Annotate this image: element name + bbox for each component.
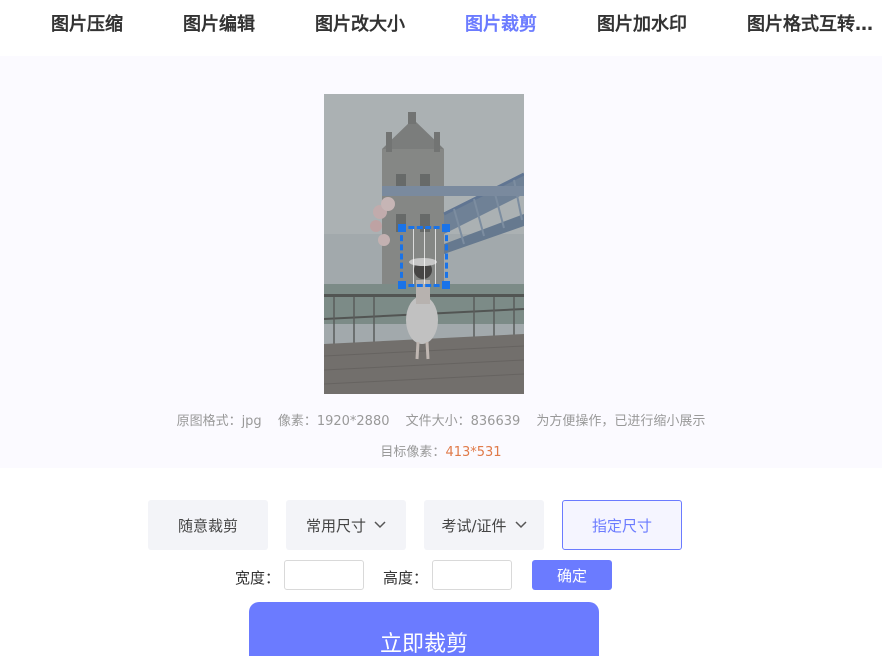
common-size-label: 常用尺寸 xyxy=(305,516,366,535)
width-input[interactable] xyxy=(284,560,364,590)
free-crop-label: 随意裁剪 xyxy=(177,516,238,535)
preview-area: 原图格式：jpg 像素：1920*2880 文件大小：836639 为方便操作，… xyxy=(0,56,882,468)
preview-image xyxy=(324,94,524,394)
nav-item-compress[interactable]: 图片压缩 xyxy=(51,10,123,36)
nav-item-crop[interactable]: 图片裁剪 xyxy=(465,10,537,36)
crop-handle-top-right[interactable] xyxy=(442,224,450,232)
crop-selection-box[interactable] xyxy=(398,224,450,289)
nav-item-format-convert[interactable]: 图片格式互转… xyxy=(747,10,873,36)
exam-id-dropdown[interactable]: 考试/证件 xyxy=(424,500,544,550)
crop-handle-bottom-left[interactable] xyxy=(398,281,406,289)
info-file-size: 文件大小：836639 xyxy=(405,414,521,429)
info-pixels: 像素：1920*2880 xyxy=(277,414,390,429)
custom-size-label: 指定尺寸 xyxy=(591,516,652,535)
height-input[interactable] xyxy=(432,560,512,590)
target-pixels: 目标像素：413*531 xyxy=(0,441,882,460)
custom-size-button[interactable]: 指定尺寸 xyxy=(562,500,682,550)
confirm-size-button[interactable]: 确定 xyxy=(532,560,612,590)
crop-now-label: 立即裁剪 xyxy=(379,632,468,656)
crop-handle-top-left[interactable] xyxy=(398,224,406,232)
info-format: 原图格式：jpg xyxy=(176,414,262,429)
top-nav: 图片压缩 图片编辑 图片改大小 图片裁剪 图片加水印 图片格式互转… xyxy=(0,0,882,46)
width-label: 宽度： xyxy=(235,569,281,587)
target-value: 413*531 xyxy=(445,445,502,460)
nav-item-watermark[interactable]: 图片加水印 xyxy=(597,10,687,36)
crop-now-button[interactable]: 立即裁剪 xyxy=(249,602,599,656)
crop-handle-bottom-right[interactable] xyxy=(442,281,450,289)
info-note: 为方便操作，已进行缩小展示 xyxy=(536,414,706,429)
crop-grid xyxy=(403,229,445,284)
free-crop-button[interactable]: 随意裁剪 xyxy=(148,500,268,550)
chevron-down-icon xyxy=(515,518,527,532)
target-label: 目标像素： xyxy=(380,445,446,460)
common-size-dropdown[interactable]: 常用尺寸 xyxy=(286,500,406,550)
image-info: 原图格式：jpg 像素：1920*2880 文件大小：836639 为方便操作，… xyxy=(0,410,882,429)
chevron-down-icon xyxy=(374,518,386,532)
nav-item-resize[interactable]: 图片改大小 xyxy=(315,10,405,36)
exam-id-label: 考试/证件 xyxy=(441,516,507,535)
height-label: 高度： xyxy=(383,569,429,587)
nav-item-edit[interactable]: 图片编辑 xyxy=(183,10,255,36)
